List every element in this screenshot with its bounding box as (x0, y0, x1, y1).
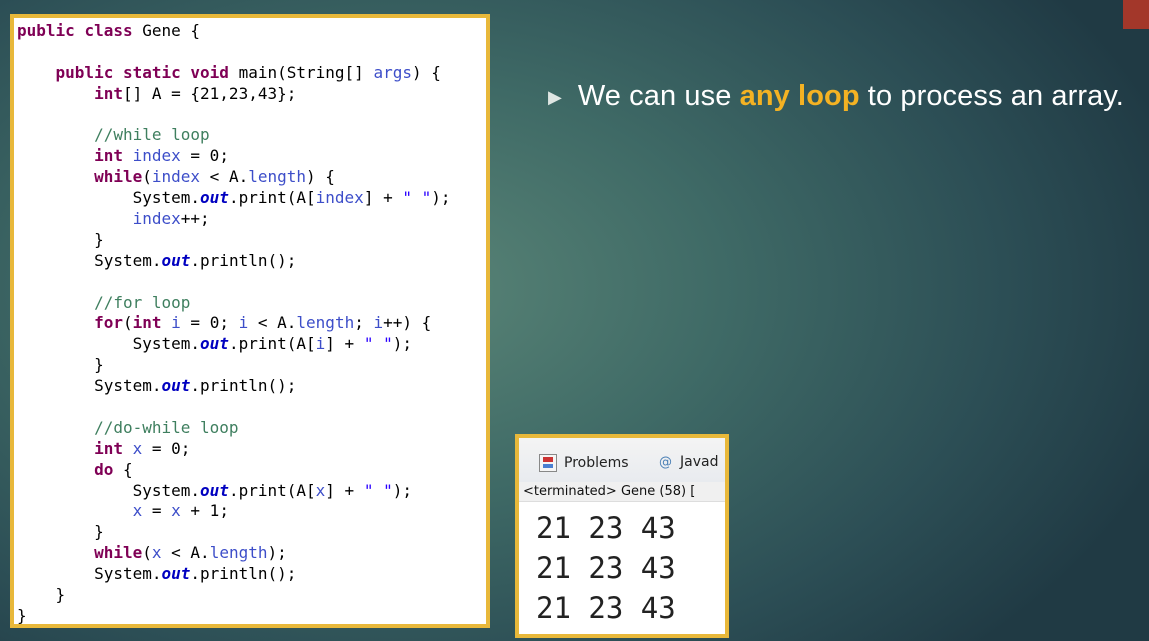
code-line: while(index < A.length) { (94, 167, 335, 187)
bullet-text: We can use any loop to process an array. (578, 80, 1124, 113)
output-line: 21 23 43 (536, 551, 676, 585)
code-line: } (17, 522, 104, 542)
code-line: System.out.print(A[i] + " "); (17, 334, 412, 354)
code-line: index++; (132, 209, 210, 229)
output-line: 21 23 43 (536, 591, 676, 625)
code-line: public static void main(String[] args) { (55, 62, 441, 82)
code-line: for(int i = 0; i < A.length; i++) { (94, 313, 432, 333)
tab-problems[interactable]: Problems (539, 454, 629, 472)
code-line: } (17, 585, 66, 605)
tab-problems-label: Problems (564, 455, 629, 471)
javadoc-at-icon: @ (659, 454, 672, 470)
code-line: //do-while loop (94, 417, 239, 437)
code-line: } (17, 355, 104, 375)
code-line: System.out.println(); (17, 250, 297, 270)
code-line: do { (94, 459, 133, 479)
code-line: } (17, 605, 27, 625)
code-line: System.out.println(); (17, 564, 297, 584)
terminated-status: <terminated> Gene (58) [ (519, 482, 725, 502)
code-line: System.out.print(A[index] + " "); (17, 188, 451, 208)
triangle-bullet-icon: ▶ (548, 86, 562, 107)
tab-javadoc-label: Javad (680, 454, 719, 470)
code-block: public class Gene { public static void m… (14, 18, 486, 625)
code-line: //while loop (94, 125, 210, 145)
code-line: int x = 0; (94, 438, 191, 458)
code-line: //for loop (94, 292, 191, 312)
corner-accent (1123, 0, 1149, 29)
code-line: System.out.println(); (17, 376, 297, 396)
code-line: } (17, 229, 104, 249)
code-line: System.out.print(A[x] + " "); (17, 480, 412, 500)
code-line: int index = 0; (94, 146, 229, 166)
console-output: 21 23 43 21 23 43 21 23 43 (536, 508, 676, 628)
bullet-prefix: We can use (577, 79, 740, 112)
code-line: int[] A = {21,23,43}; (94, 83, 297, 103)
bullet-suffix: to process an array. (859, 79, 1124, 112)
tab-javadoc[interactable]: @ Javad (659, 454, 718, 470)
code-line: x = x + 1; (132, 501, 229, 521)
code-panel: public class Gene { public static void m… (10, 14, 490, 628)
problems-icon (539, 454, 557, 472)
output-line: 21 23 43 (536, 511, 676, 545)
bullet-point: ▶ We can use any loop to process an arra… (548, 78, 1124, 114)
console-panel: Problems @ Javad <terminated> Gene (58) … (515, 434, 729, 638)
code-line: public class Gene { (17, 21, 201, 40)
code-line: while(x < A.length); (94, 543, 287, 563)
bullet-highlight: any loop (739, 79, 860, 112)
